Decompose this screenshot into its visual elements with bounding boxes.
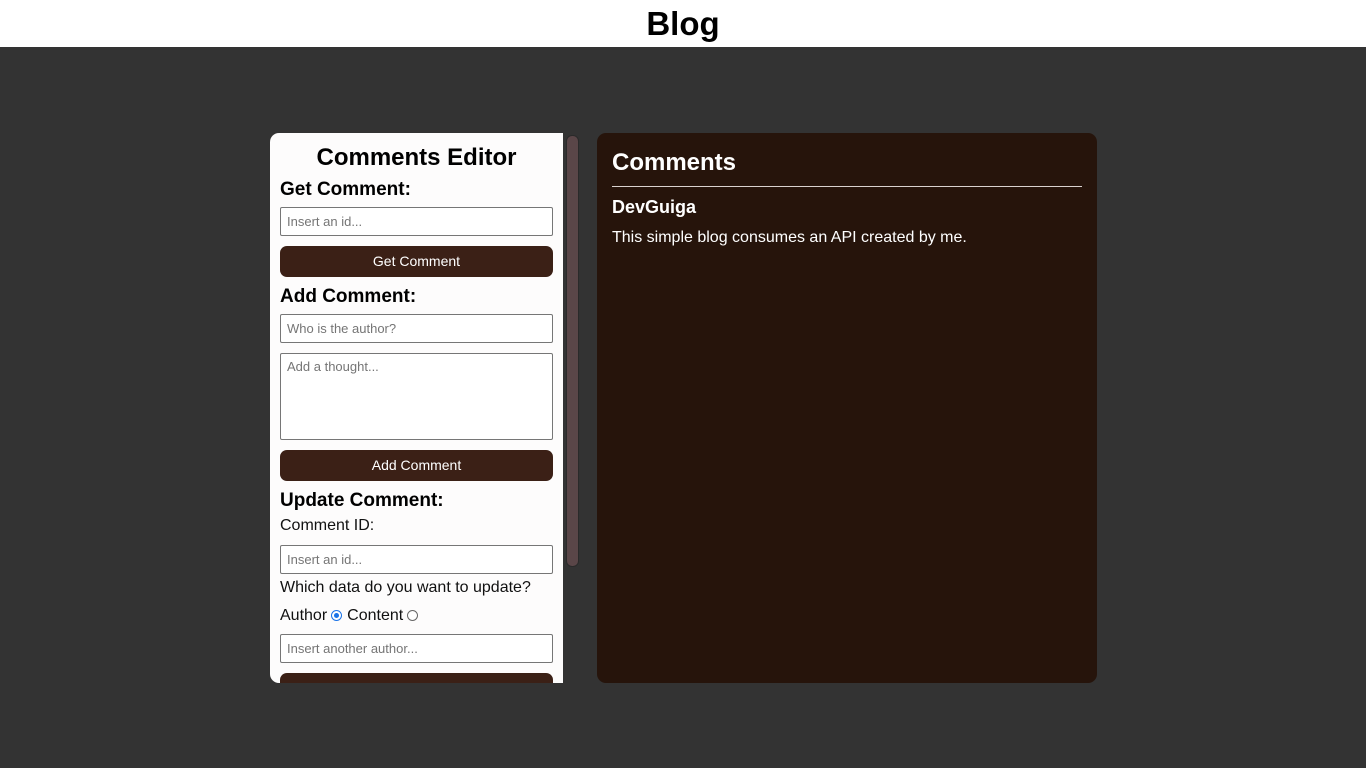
scrollbar-thumb[interactable] (566, 135, 579, 567)
update-data-question: Which data do you want to update? (280, 579, 531, 596)
editor-title: Comments Editor (316, 144, 517, 171)
radio-author-label: Author (280, 606, 328, 624)
update-value-input[interactable]: Insert another author... (280, 634, 553, 663)
get-comment-id-input[interactable]: Insert an id... (280, 207, 553, 236)
get-comment-heading: Get Comment: (280, 179, 411, 200)
page-header: Blog (0, 0, 1366, 47)
get-comment-button[interactable]: Get Comment (280, 246, 553, 277)
comment-author: DevGuiga (612, 197, 697, 217)
radio-author[interactable] (331, 610, 343, 621)
page-title: Blog (646, 5, 720, 42)
update-comment-id-label: Comment ID: (280, 517, 375, 534)
add-comment-content-textarea[interactable]: Add a thought... (280, 353, 553, 440)
editor-scrollbar[interactable] (563, 133, 582, 683)
update-comment-heading: Update Comment: (280, 490, 444, 511)
add-comment-button[interactable]: Add Comment (280, 450, 553, 481)
comment-content: This simple blog consumes an API created… (612, 229, 967, 246)
update-field-selector: Author Content (280, 606, 553, 625)
comments-editor-panel: Comments Editor Get Comment: Insert an i… (270, 133, 563, 683)
comments-divider (612, 186, 1082, 187)
radio-content[interactable] (407, 610, 419, 621)
add-comment-author-input[interactable]: Who is the author? (280, 314, 553, 343)
update-comment-button[interactable] (280, 673, 553, 683)
update-comment-id-input[interactable]: Insert an id... (280, 545, 553, 574)
radio-content-label: Content (347, 606, 404, 624)
add-comment-heading: Add Comment: (280, 286, 417, 307)
comments-panel: Comments DevGuiga This simple blog consu… (597, 133, 1097, 683)
comments-title: Comments (612, 149, 737, 176)
